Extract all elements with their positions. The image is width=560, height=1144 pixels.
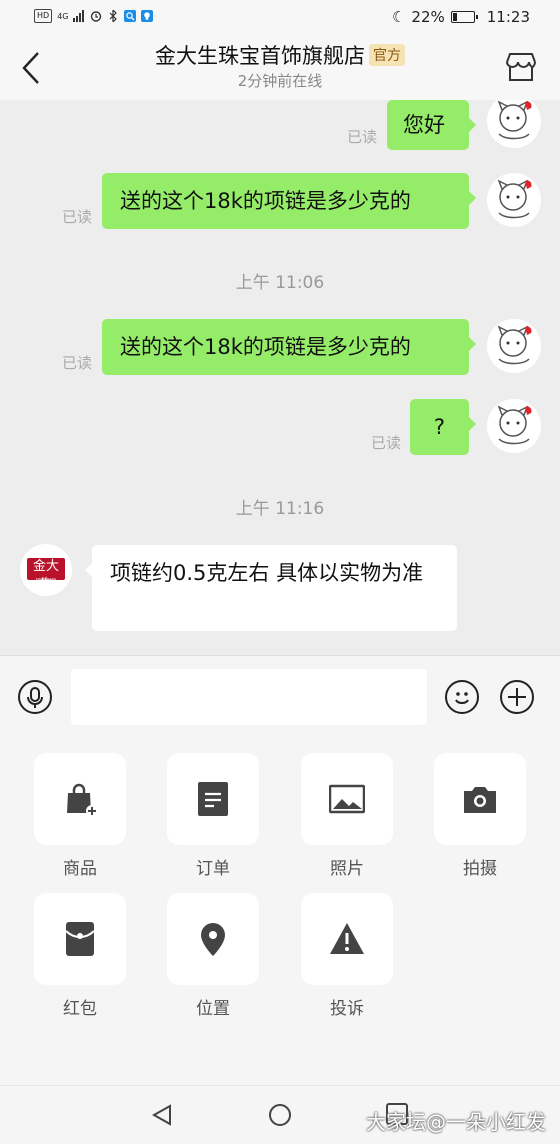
battery-percent: 22% (411, 8, 445, 26)
products-button[interactable] (34, 753, 126, 845)
complaint-button[interactable] (301, 893, 393, 985)
status-bar: HD 4G ☾ 22% 11:23 (0, 0, 560, 36)
chat-area[interactable]: 已读 您好 已读 送的这个18k的项链是多少克的 上午 11:06 已读 送的这… (0, 100, 560, 655)
microphone-icon (27, 687, 43, 708)
action-panel: 商品 订单 照片 拍摄 红包 位置 投诉 (0, 738, 560, 1085)
cat-avatar-icon (497, 325, 532, 365)
complaint-label: 投诉 (330, 999, 364, 1019)
more-button[interactable] (500, 680, 534, 714)
smiley-icon (455, 692, 469, 704)
battery-icon (450, 11, 478, 23)
plus-icon (508, 688, 526, 706)
camera-icon (464, 787, 496, 813)
status-icons-right: ☾ 22% 11:23 (392, 8, 530, 26)
message-bubble[interactable]: ? (410, 399, 476, 455)
nav-back-icon[interactable] (150, 1103, 174, 1127)
photos-button[interactable] (301, 753, 393, 845)
message-bubble-shop[interactable]: 项链约0.5克左右 具体以实物为准 (85, 545, 457, 631)
read-receipt: 已读 (62, 354, 93, 372)
cat-avatar-icon (497, 179, 532, 219)
clock: 11:23 (486, 8, 530, 26)
shop-avatar[interactable]: 金大生 KINGTAISANG (20, 544, 72, 596)
official-badge: 官方 (369, 44, 405, 66)
battery-level (452, 13, 457, 21)
chat-header: 金大生珠宝首饰旗舰店 官方 2分钟前在线 (0, 36, 560, 101)
read-receipt: 已读 (347, 128, 378, 146)
emoji-button[interactable] (445, 680, 479, 714)
message-bubble[interactable]: 您好 (387, 100, 476, 150)
photos-label: 照片 (330, 859, 364, 879)
online-status: 2分钟前在线 (237, 72, 323, 90)
status-icons-left: HD 4G (34, 9, 154, 23)
products-label: 商品 (63, 859, 97, 879)
read-receipt: 已读 (371, 434, 402, 452)
location-pin-icon (201, 923, 225, 956)
orders-label: 订单 (196, 859, 230, 879)
store-icon[interactable] (504, 50, 538, 84)
voice-button[interactable] (18, 680, 52, 714)
read-receipt: 已读 (62, 208, 93, 226)
shop-logo-text: 金大生 (32, 559, 59, 592)
page-title: 金大生珠宝首饰旗舰店 (155, 44, 365, 68)
watermark: 大家坛@一朵小红发 (366, 1110, 546, 1134)
orders-button[interactable] (167, 753, 259, 845)
shopping-bag-icon (67, 783, 98, 817)
alarm-icon (91, 11, 102, 22)
timestamp: 上午 11:16 (235, 499, 325, 519)
bluetooth-icon (110, 10, 118, 22)
signal-icon (73, 10, 85, 22)
system-nav-bar: 大家坛@一朵小红发 (0, 1085, 560, 1144)
cat-avatar-icon (497, 100, 532, 140)
message-input[interactable] (71, 669, 427, 725)
user-avatar[interactable] (487, 100, 541, 148)
message-bubble[interactable]: 送的这个18k的项链是多少克的 (102, 319, 476, 375)
warning-icon (330, 923, 364, 954)
location-button[interactable] (167, 893, 259, 985)
location-label: 位置 (196, 999, 230, 1019)
user-avatar[interactable] (487, 399, 541, 453)
timestamp: 上午 11:06 (235, 273, 325, 293)
network-indicator: 4G (57, 11, 69, 21)
order-document-icon (198, 782, 228, 816)
shop-logo-subtext: KINGTAISANG (35, 577, 57, 581)
shop-logo: 金大生 KINGTAISANG (27, 558, 65, 592)
nav-home-icon[interactable] (268, 1103, 292, 1127)
message-bubble[interactable]: 送的这个18k的项链是多少克的 (102, 173, 476, 229)
user-avatar[interactable] (487, 173, 541, 227)
moon-icon: ☾ (391, 8, 406, 26)
red-packet-button[interactable] (34, 893, 126, 985)
photo-icon (329, 784, 365, 814)
title-row: 金大生珠宝首饰旗舰店 官方 (0, 40, 560, 70)
camera-label: 拍摄 (463, 859, 497, 879)
red-packet-icon (65, 922, 95, 956)
hd-indicator: HD (34, 9, 53, 23)
bulb-app-icon (141, 10, 154, 22)
input-bar (0, 655, 560, 739)
red-packet-label: 红包 (63, 999, 97, 1019)
cat-avatar-icon (497, 405, 532, 445)
search-app-icon (124, 10, 137, 22)
user-avatar[interactable] (487, 319, 541, 373)
camera-button[interactable] (434, 753, 526, 845)
